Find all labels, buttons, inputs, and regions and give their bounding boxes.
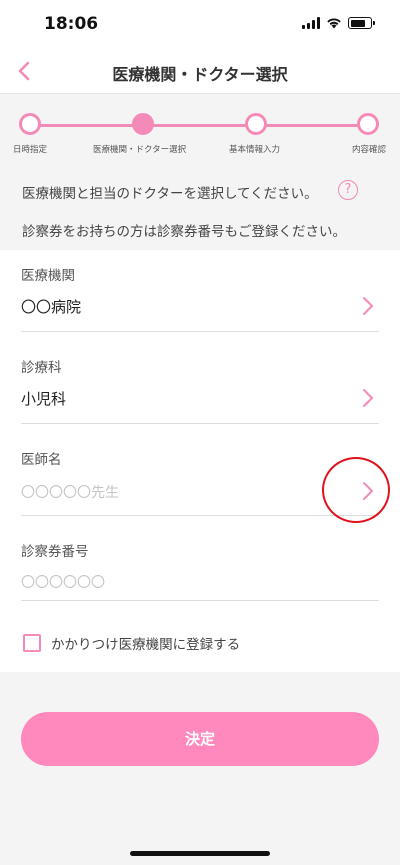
- step-dot-1: [19, 113, 41, 135]
- step-label-1: 日時指定: [13, 145, 48, 155]
- department-value: 小児科: [21, 390, 67, 408]
- stepper-line: [30, 124, 370, 127]
- chevron-right-icon[interactable]: [359, 294, 377, 318]
- status-icons: [302, 17, 375, 29]
- step-dot-2: [132, 113, 154, 135]
- home-indicator: [130, 851, 270, 856]
- page-title: 医療機関・ドクター選択: [112, 65, 288, 84]
- signal-icon: [302, 17, 320, 29]
- step-3: [245, 113, 269, 137]
- step-dot-4: [357, 113, 379, 135]
- step-label-2: 医療機関・ドクター選択: [93, 145, 187, 155]
- chevron-right-icon[interactable]: [359, 386, 377, 410]
- doctor-label: 医師名: [21, 452, 62, 468]
- nav-bar: 医療機関・ドクター選択: [0, 50, 400, 94]
- highlight-circle: [322, 457, 390, 523]
- status-time: 18:06: [44, 14, 99, 34]
- register-checkbox-row[interactable]: かかりつけ医療機関に登録する: [23, 633, 240, 653]
- card-number-label: 診察券番号: [21, 544, 89, 560]
- register-checkbox[interactable]: [23, 634, 41, 652]
- card-number-placeholder: 〇〇〇〇〇〇: [21, 575, 105, 591]
- step-2: [132, 113, 156, 137]
- institution-field[interactable]: 医療機関 〇〇病院: [21, 250, 379, 332]
- step-1: [19, 113, 43, 137]
- step-dot-3: [245, 113, 267, 135]
- submit-button[interactable]: 決定: [21, 712, 379, 766]
- card-number-field[interactable]: 診察券番号 〇〇〇〇〇〇: [21, 516, 379, 601]
- institution-label: 医療機関: [21, 268, 75, 284]
- help-icon[interactable]: ?: [338, 180, 358, 200]
- institution-value: 〇〇病院: [21, 298, 82, 316]
- step-label-4: 内容確認: [352, 145, 387, 155]
- status-bar: 18:06: [0, 0, 400, 50]
- step-label-3: 基本情報入力: [229, 145, 281, 155]
- department-label: 診療科: [21, 360, 62, 376]
- battery-icon: [348, 17, 375, 29]
- intro-line-2: 診察券をお持ちの方は診察券番号もご登録ください。: [22, 224, 346, 240]
- register-checkbox-label: かかりつけ医療機関に登録する: [51, 637, 241, 653]
- step-4: [357, 113, 381, 137]
- doctor-placeholder: 〇〇〇〇〇先生: [21, 485, 119, 501]
- wifi-icon: [327, 18, 341, 29]
- department-field[interactable]: 診療科 小児科: [21, 332, 379, 424]
- progress-stepper: [0, 108, 400, 158]
